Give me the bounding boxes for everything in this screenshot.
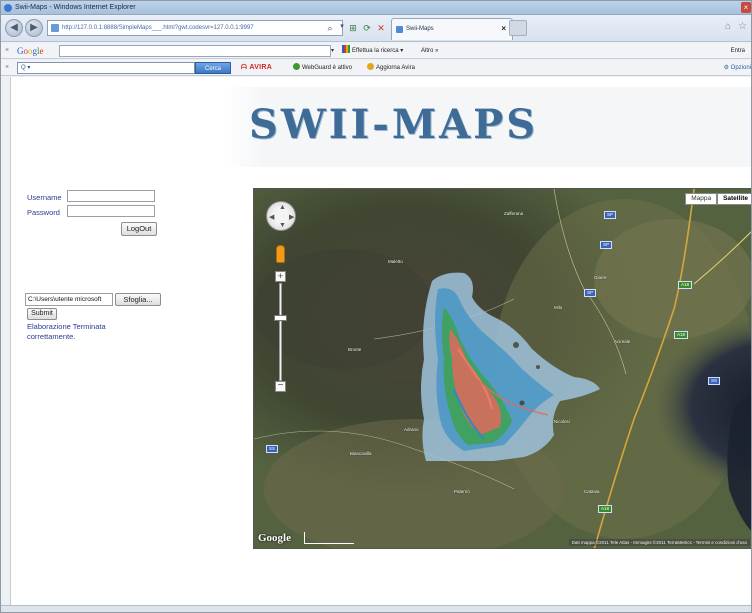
zoom-out-button[interactable]: − (275, 381, 286, 392)
tab-swii-maps[interactable]: Swii-Maps × (391, 18, 513, 40)
tab-page-icon (396, 26, 403, 33)
map-place-label: Nicolosi (554, 419, 570, 424)
map-copyright: Dati mappa ©2011 Tele Atlas - Immagini ©… (568, 539, 750, 546)
close-toolbar-icon[interactable]: × (5, 60, 9, 76)
map-place-label: Paternò (454, 489, 470, 494)
chevron-down-icon[interactable]: ▾ (331, 45, 339, 57)
password-input[interactable] (67, 205, 155, 217)
zoom-slider-handle[interactable] (274, 315, 287, 321)
check-icon (293, 63, 300, 70)
road-sign: SS (708, 377, 721, 385)
google-search-button[interactable]: Effettua la ricerca ▾ (342, 43, 403, 59)
map-place-label: Maletto (388, 259, 403, 264)
submit-button[interactable]: Submit (27, 308, 57, 320)
map-place-label: Bronte (348, 347, 362, 352)
avira-search-button[interactable]: Cerca (195, 62, 231, 74)
compatibility-icon[interactable]: ⊞ (346, 21, 360, 35)
file-path-input[interactable]: C:\Users\utente microsoft (25, 293, 113, 306)
new-tab-button[interactable] (509, 20, 527, 36)
map-type-satellite-button[interactable]: Satellite (717, 193, 751, 205)
page-title: SWII-MAPS (249, 101, 539, 148)
status-bar (1, 605, 751, 612)
home-icon[interactable]: ⌂ (725, 21, 731, 32)
road-sign: SS (266, 445, 279, 453)
avira-search-input[interactable]: Q ▾ (17, 62, 195, 74)
page-content: SWII-MAPS Username Password LogOut C:\Us… (10, 77, 751, 605)
satellite-map[interactable]: Zafferana Maletto Milo Giarre Bronte Aci… (253, 188, 751, 549)
map-place-label: Giarre (594, 275, 607, 280)
logout-button[interactable]: LogOut (121, 222, 157, 236)
pan-down-icon[interactable]: ▼ (279, 222, 286, 229)
forward-button[interactable]: ▶ (25, 19, 43, 37)
username-input[interactable] (67, 190, 155, 202)
road-sign: A18 (678, 281, 693, 289)
page-icon (51, 24, 59, 32)
road-sign: SP (584, 289, 597, 297)
google-map-logo[interactable]: Google (258, 532, 291, 544)
google-toolbar-logo: Google (17, 46, 44, 56)
zoom-slider-track[interactable] (279, 283, 282, 381)
url-text: http://127.0.0.1:8888/SimpleMaps___.html… (62, 25, 254, 31)
map-type-control: Mappa Satellite (685, 193, 751, 205)
back-button[interactable]: ◀ (5, 19, 23, 37)
google-icon (342, 45, 350, 53)
map-place-label: Biancavilla (350, 451, 372, 456)
road-sign: A18 (674, 331, 689, 339)
stop-icon[interactable]: ✕ (374, 21, 388, 35)
google-signin-button[interactable]: Entra (731, 43, 745, 59)
street-view-pegman-icon[interactable] (276, 245, 285, 263)
title-bar: Swii-Maps - Windows Internet Explorer × (1, 1, 751, 15)
refresh-icon[interactable]: ⟳ (360, 21, 374, 35)
pan-control[interactable]: ▲ ▼ ◀ ▶ (266, 201, 296, 231)
status-message: Elaborazione Terminata correttamente. (27, 322, 106, 341)
map-scale-bar (304, 532, 354, 544)
password-label: Password (27, 208, 60, 217)
satellite-imagery (254, 189, 751, 548)
tab-label: Swii-Maps (406, 26, 434, 32)
update-avira-button[interactable]: Aggiorna Avira (367, 60, 415, 76)
ie-icon (4, 4, 12, 12)
zoom-in-button[interactable]: + (275, 271, 286, 282)
window-title: Swii-Maps - Windows Internet Explorer (15, 4, 136, 11)
road-sign: SP (604, 211, 617, 219)
google-search-input[interactable] (59, 45, 331, 57)
map-place-label: Acireale (614, 339, 631, 344)
map-place-label: Zafferana (504, 211, 524, 216)
close-tab-icon[interactable]: × (501, 19, 506, 39)
road-sign: SP (600, 241, 613, 249)
map-type-map-button[interactable]: Mappa (685, 193, 718, 205)
update-icon (367, 63, 374, 70)
road-sign: A18 (598, 505, 613, 513)
close-window-icon[interactable]: × (741, 2, 751, 13)
webguard-status[interactable]: WebGuard è attivo (293, 60, 352, 76)
avira-logo: ᗩ AVIRA (241, 64, 273, 71)
pan-up-icon[interactable]: ▲ (279, 204, 286, 211)
close-toolbar-icon[interactable]: × (5, 43, 9, 59)
map-place-label: Catania (584, 489, 600, 494)
google-toolbar: × Google ▾ Effettua la ricerca ▾ Altro »… (1, 43, 751, 59)
username-label: Username (27, 193, 62, 202)
pan-right-icon[interactable]: ▶ (289, 213, 294, 221)
pan-left-icon[interactable]: ◀ (269, 213, 274, 221)
google-more-button[interactable]: Altro » (421, 43, 438, 59)
address-bar: ◀ ▶ http://127.0.0.1:8888/SimpleMaps___.… (1, 16, 751, 42)
avira-toolbar: × Q ▾ Cerca ᗩ AVIRA WebGuard è attivo Ag… (1, 60, 751, 76)
star-icon[interactable]: ☆ (738, 21, 747, 32)
map-place-label: Milo (554, 305, 563, 310)
browser-window: Swii-Maps - Windows Internet Explorer × … (0, 0, 752, 613)
map-place-label: Adrano (404, 427, 419, 432)
browse-button[interactable]: Sfoglia... (115, 293, 161, 306)
options-button[interactable]: ⚙ Opzioni (724, 60, 751, 76)
url-field[interactable]: http://127.0.0.1:8888/SimpleMaps___.html… (47, 20, 343, 36)
